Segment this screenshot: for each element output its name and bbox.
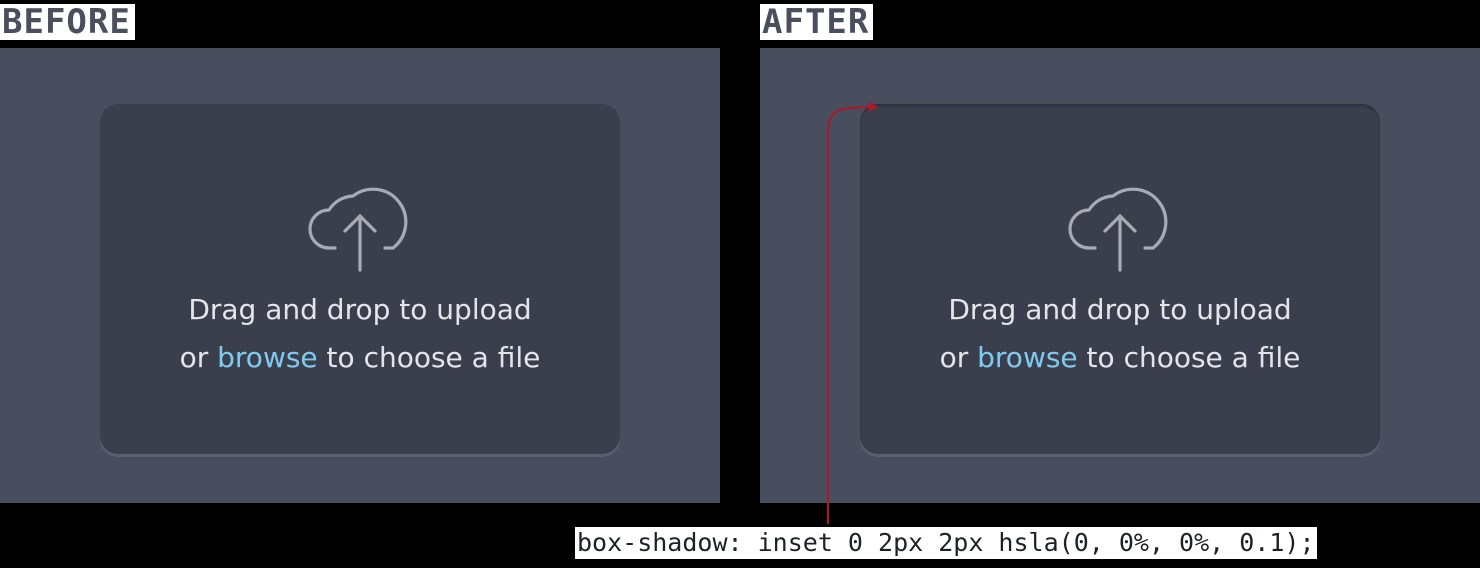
line2-suffix: to choose a file <box>317 341 541 374</box>
upload-message: Drag and drop to upload or browse to cho… <box>860 286 1380 382</box>
before-label: BEFORE <box>0 4 135 40</box>
upload-dropzone[interactable]: Drag and drop to upload or browse to cho… <box>100 104 620 454</box>
line2-prefix: or <box>939 341 978 374</box>
upload-message-line1: Drag and drop to upload <box>948 293 1292 326</box>
browse-link[interactable]: browse <box>217 341 318 374</box>
line2-prefix: or <box>179 341 218 374</box>
line2-suffix: to choose a file <box>1077 341 1301 374</box>
annotation-code: box-shadow: inset 0 2px 2px hsla(0, 0%, … <box>575 527 1317 559</box>
upload-message-line1: Drag and drop to upload <box>188 293 532 326</box>
upload-dropzone[interactable]: Drag and drop to upload or browse to cho… <box>860 104 1380 454</box>
after-label: AFTER <box>760 4 874 40</box>
upload-message-line2: or browse to choose a file <box>860 334 1380 382</box>
cloud-upload-icon <box>1068 187 1168 272</box>
annotation-arrow <box>827 102 878 524</box>
upload-message: Drag and drop to upload or browse to cho… <box>100 286 620 382</box>
before-panel: Drag and drop to upload or browse to cho… <box>0 48 720 503</box>
browse-link[interactable]: browse <box>977 341 1078 374</box>
upload-message-line2: or browse to choose a file <box>100 334 620 382</box>
cloud-upload-icon <box>308 187 408 272</box>
